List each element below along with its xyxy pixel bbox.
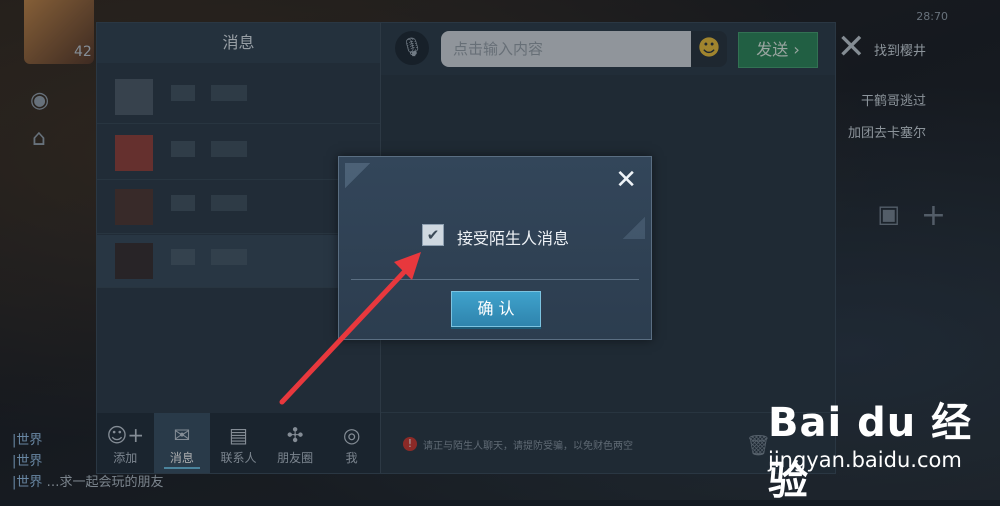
watermark-url: jingyan.baidu.com (768, 448, 962, 472)
accept-strangers-checkbox[interactable]: ✔ (422, 224, 444, 246)
dialog-decoration (345, 163, 389, 203)
dialog-decoration (615, 213, 645, 239)
checkbox-label: 接受陌生人消息 (457, 229, 570, 248)
confirm-button[interactable]: 确 认 (451, 291, 541, 327)
close-icon[interactable]: ✕ (615, 165, 637, 195)
settings-dialog: ✕ ✔ 接受陌生人消息 确 认 (338, 156, 652, 340)
divider (351, 279, 639, 280)
baidu-watermark: Bai du 经验 jingyan.baidu.com (768, 390, 988, 504)
